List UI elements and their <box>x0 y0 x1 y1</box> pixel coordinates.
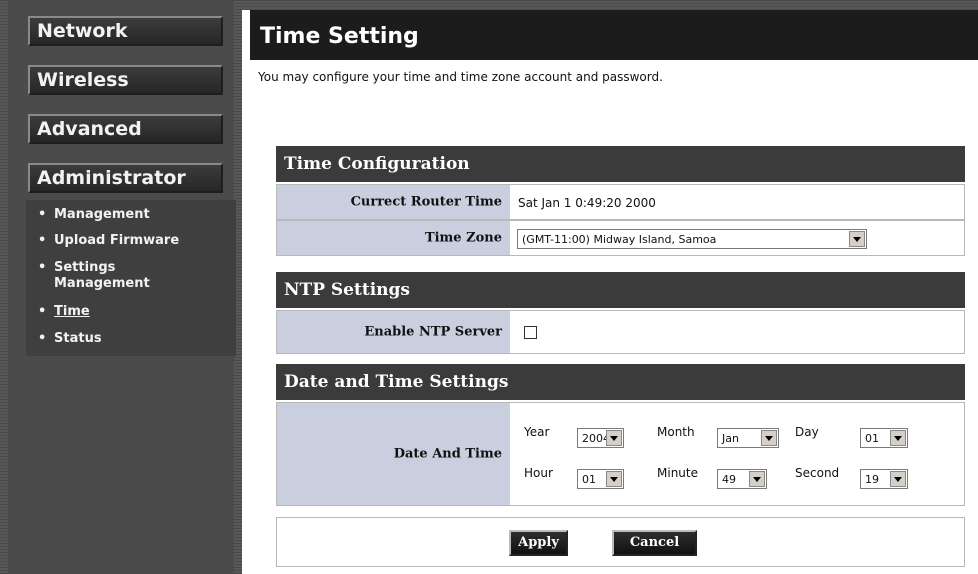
hour-select[interactable]: 01 <box>577 469 624 489</box>
date-and-time-label: Date And Time <box>393 446 502 462</box>
chevron-down-icon[interactable] <box>749 471 765 487</box>
sidebar-item-label: Status <box>54 331 102 346</box>
date-time-settings-header: Date and Time Settings <box>276 364 965 400</box>
bullet-icon: • <box>38 331 47 346</box>
administrator-submenu: • Management • Upload Firmware • Setting… <box>26 200 236 356</box>
row-label-cell: Time Zone <box>277 221 510 255</box>
chevron-down-icon[interactable] <box>606 471 622 487</box>
sidebar-item-label-line2: Management <box>54 276 150 291</box>
title-bar: Time Setting <box>250 10 978 60</box>
sidebar-item-label: Management <box>54 207 150 222</box>
year-select[interactable]: 2004 <box>577 428 624 448</box>
second-select[interactable]: 19 <box>860 469 908 489</box>
nav-network-button[interactable]: Network <box>28 16 223 46</box>
row-label-cell: Enable NTP Server <box>277 311 510 353</box>
day-value: 01 <box>865 432 879 445</box>
second-value: 19 <box>865 473 879 486</box>
router-time-value: Sat Jan 1 0:49:20 2000 <box>518 196 656 210</box>
page-description: You may configure your time and time zon… <box>258 70 663 84</box>
actions-row: Apply Cancel <box>276 517 965 567</box>
section-title: NTP Settings <box>284 280 410 300</box>
year-label: Year <box>524 425 550 439</box>
chevron-down-icon[interactable] <box>890 471 906 487</box>
chevron-down-icon[interactable] <box>890 430 906 446</box>
day-select[interactable]: 01 <box>860 428 908 448</box>
sidebar-item-label: Settings <box>54 260 116 275</box>
time-configuration-header: Time Configuration <box>276 146 965 182</box>
section-title: Time Configuration <box>284 154 470 174</box>
nav-wireless-button[interactable]: Wireless <box>28 65 223 95</box>
nav-advanced-button[interactable]: Advanced <box>28 114 223 144</box>
nav-administrator-button[interactable]: Administrator <box>28 163 223 193</box>
month-select[interactable]: Jan <box>717 428 779 448</box>
hour-value: 01 <box>582 473 596 486</box>
ntp-settings-header: NTP Settings <box>276 272 965 308</box>
page-title: Time Setting <box>260 24 419 49</box>
top-strip <box>242 0 978 10</box>
minute-value: 49 <box>722 473 736 486</box>
row-label-cell: Date And Time <box>277 403 510 505</box>
minute-select[interactable]: 49 <box>717 469 767 489</box>
chevron-down-icon[interactable] <box>761 430 777 446</box>
router-time-row: Currect Router Time Sat Jan 1 0:49:20 20… <box>276 184 965 220</box>
minute-label: Minute <box>657 466 698 480</box>
sidebar: Network Wireless Advanced Administrator … <box>0 0 242 574</box>
hour-label: Hour <box>524 466 553 480</box>
time-zone-label: Time Zone <box>424 230 502 246</box>
month-label: Month <box>657 425 695 439</box>
second-label: Second <box>795 466 840 480</box>
page: Network Wireless Advanced Administrator … <box>0 0 978 574</box>
section-title: Date and Time Settings <box>284 372 509 392</box>
date-time-row: Date And Time Year 2004 Month Jan Day 01… <box>276 402 965 506</box>
cancel-button[interactable]: Cancel <box>612 530 697 556</box>
month-value: Jan <box>722 432 739 445</box>
enable-ntp-label: Enable NTP Server <box>364 324 502 340</box>
ntp-enable-row: Enable NTP Server <box>276 310 965 354</box>
enable-ntp-checkbox[interactable] <box>524 326 537 339</box>
bullet-icon: • <box>38 304 47 319</box>
bullet-icon: • <box>38 207 47 222</box>
row-label-cell: Currect Router Time <box>277 185 510 219</box>
chevron-down-icon[interactable] <box>606 430 622 446</box>
router-time-label: Currect Router Time <box>350 194 502 210</box>
day-label: Day <box>795 425 819 439</box>
apply-button[interactable]: Apply <box>509 530 568 556</box>
bullet-icon: • <box>38 260 47 275</box>
chevron-down-icon[interactable] <box>849 231 865 247</box>
bullet-icon: • <box>38 233 47 248</box>
time-zone-value: (GMT-11:00) Midway Island, Samoa <box>522 233 717 246</box>
time-zone-row: Time Zone (GMT-11:00) Midway Island, Sam… <box>276 220 965 256</box>
sidebar-item-label: Upload Firmware <box>54 233 180 248</box>
time-zone-select[interactable]: (GMT-11:00) Midway Island, Samoa <box>517 229 867 249</box>
sidebar-item-label: Time <box>54 304 90 319</box>
